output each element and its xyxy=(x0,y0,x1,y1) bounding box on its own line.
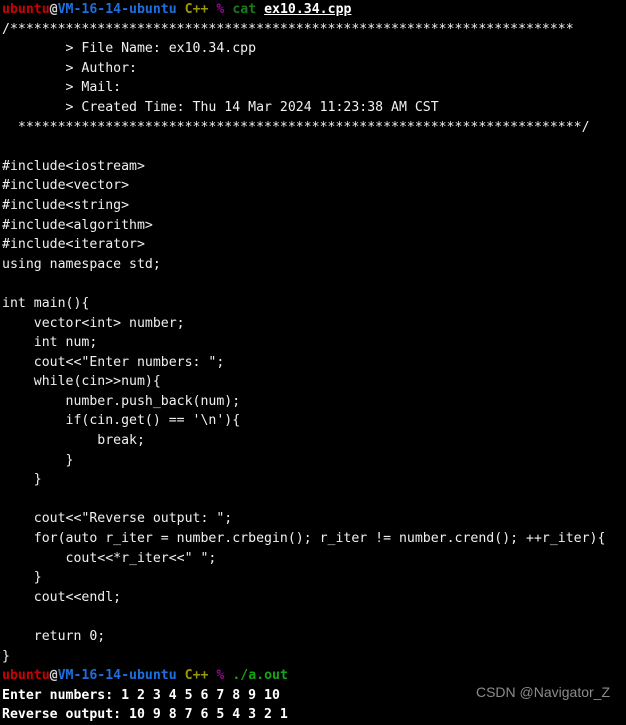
source-line-cout-enter: cout<<"Enter numbers: "; xyxy=(2,354,225,370)
source-line-close-if: } xyxy=(2,452,74,468)
source-line-cout-endl: cout<<endl; xyxy=(2,589,122,605)
source-line-close-for: } xyxy=(2,570,42,586)
header-row-file-name: > File Name: ex10.34.cpp xyxy=(2,41,257,57)
source-line xyxy=(0,607,626,627)
header-top-rule: /***************************************… xyxy=(2,21,574,37)
source-line xyxy=(0,274,626,294)
source-line-cout-iter: cout<<*r_iter<<" "; xyxy=(2,550,217,566)
prompt-host: VM-16-14-ubuntu xyxy=(57,2,177,17)
header-row-mail: > Mail: xyxy=(2,80,130,96)
output-line-reverse-output: Reverse output: 10 9 8 7 6 5 4 3 2 1 xyxy=(2,707,288,723)
terminal-window[interactable]: ubuntu@VM-16-14-ubuntu C++ % cat ex10.34… xyxy=(0,0,626,722)
source-line-close-main: } xyxy=(2,648,10,664)
source-line-include-algorithm: #include<algorithm> xyxy=(2,217,153,233)
prompt-at: @ xyxy=(49,2,58,17)
header-bottom-rule: ****************************************… xyxy=(2,119,590,135)
output-line-enter-numbers: Enter numbers: 1 2 3 4 5 6 7 8 9 10 xyxy=(2,687,280,703)
header-row-author: > Author: xyxy=(2,60,145,76)
source-line-vector-decl: vector<int> number; xyxy=(2,315,185,331)
source-line-push-back: number.push_back(num); xyxy=(2,393,241,409)
source-line xyxy=(0,490,626,510)
source-line-return: return 0; xyxy=(2,629,106,644)
source-line-using-namespace: using namespace std; xyxy=(2,256,161,272)
command-cat-argument: ex10.34.cpp xyxy=(264,2,352,17)
source-line-main-signature: int main(){ xyxy=(2,295,90,311)
source-line xyxy=(0,137,626,157)
prompt-user: ubuntu xyxy=(2,668,50,684)
command-run-executable: ./a.out xyxy=(232,668,288,684)
prompt-line-run: ubuntu@VM-16-14-ubuntu C++ % ./a.out xyxy=(0,666,626,686)
source-line-while: while(cin>>num){ xyxy=(2,374,161,390)
prompt-space-4 xyxy=(256,2,264,17)
prompt-space-1 xyxy=(177,668,185,683)
source-line-include-vector: #include<vector> xyxy=(2,178,130,194)
source-line-include-string: #include<string> xyxy=(2,197,130,213)
source-line-for-loop: for(auto r_iter = number.crbegin(); r_it… xyxy=(2,531,606,547)
source-line-if-newline: if(cin.get() == '\n'){ xyxy=(2,413,241,429)
prompt-space-1 xyxy=(177,2,185,17)
prompt-context: C++ xyxy=(184,668,209,684)
source-line-include-iostream: #include<iostream> xyxy=(2,158,145,174)
prompt-at: @ xyxy=(49,668,58,684)
source-line-break: break; xyxy=(2,433,145,449)
prompt-line-cat: ubuntu@VM-16-14-ubuntu C++ % cat ex10.34… xyxy=(0,0,626,20)
prompt-context: C++ xyxy=(184,2,209,17)
command-cat: cat xyxy=(232,2,257,17)
prompt-host: VM-16-14-ubuntu xyxy=(57,668,177,684)
prompt-user: ubuntu xyxy=(2,2,50,17)
source-line-include-iterator: #include<iterator> xyxy=(2,237,145,253)
source-line-int-num: int num; xyxy=(2,335,98,351)
source-line-cout-reverse: cout<<"Reverse output: "; xyxy=(2,511,233,527)
header-row-created-time: > Created Time: Thu 14 Mar 2024 11:23:38… xyxy=(2,99,439,115)
source-line-close-while: } xyxy=(2,472,42,488)
